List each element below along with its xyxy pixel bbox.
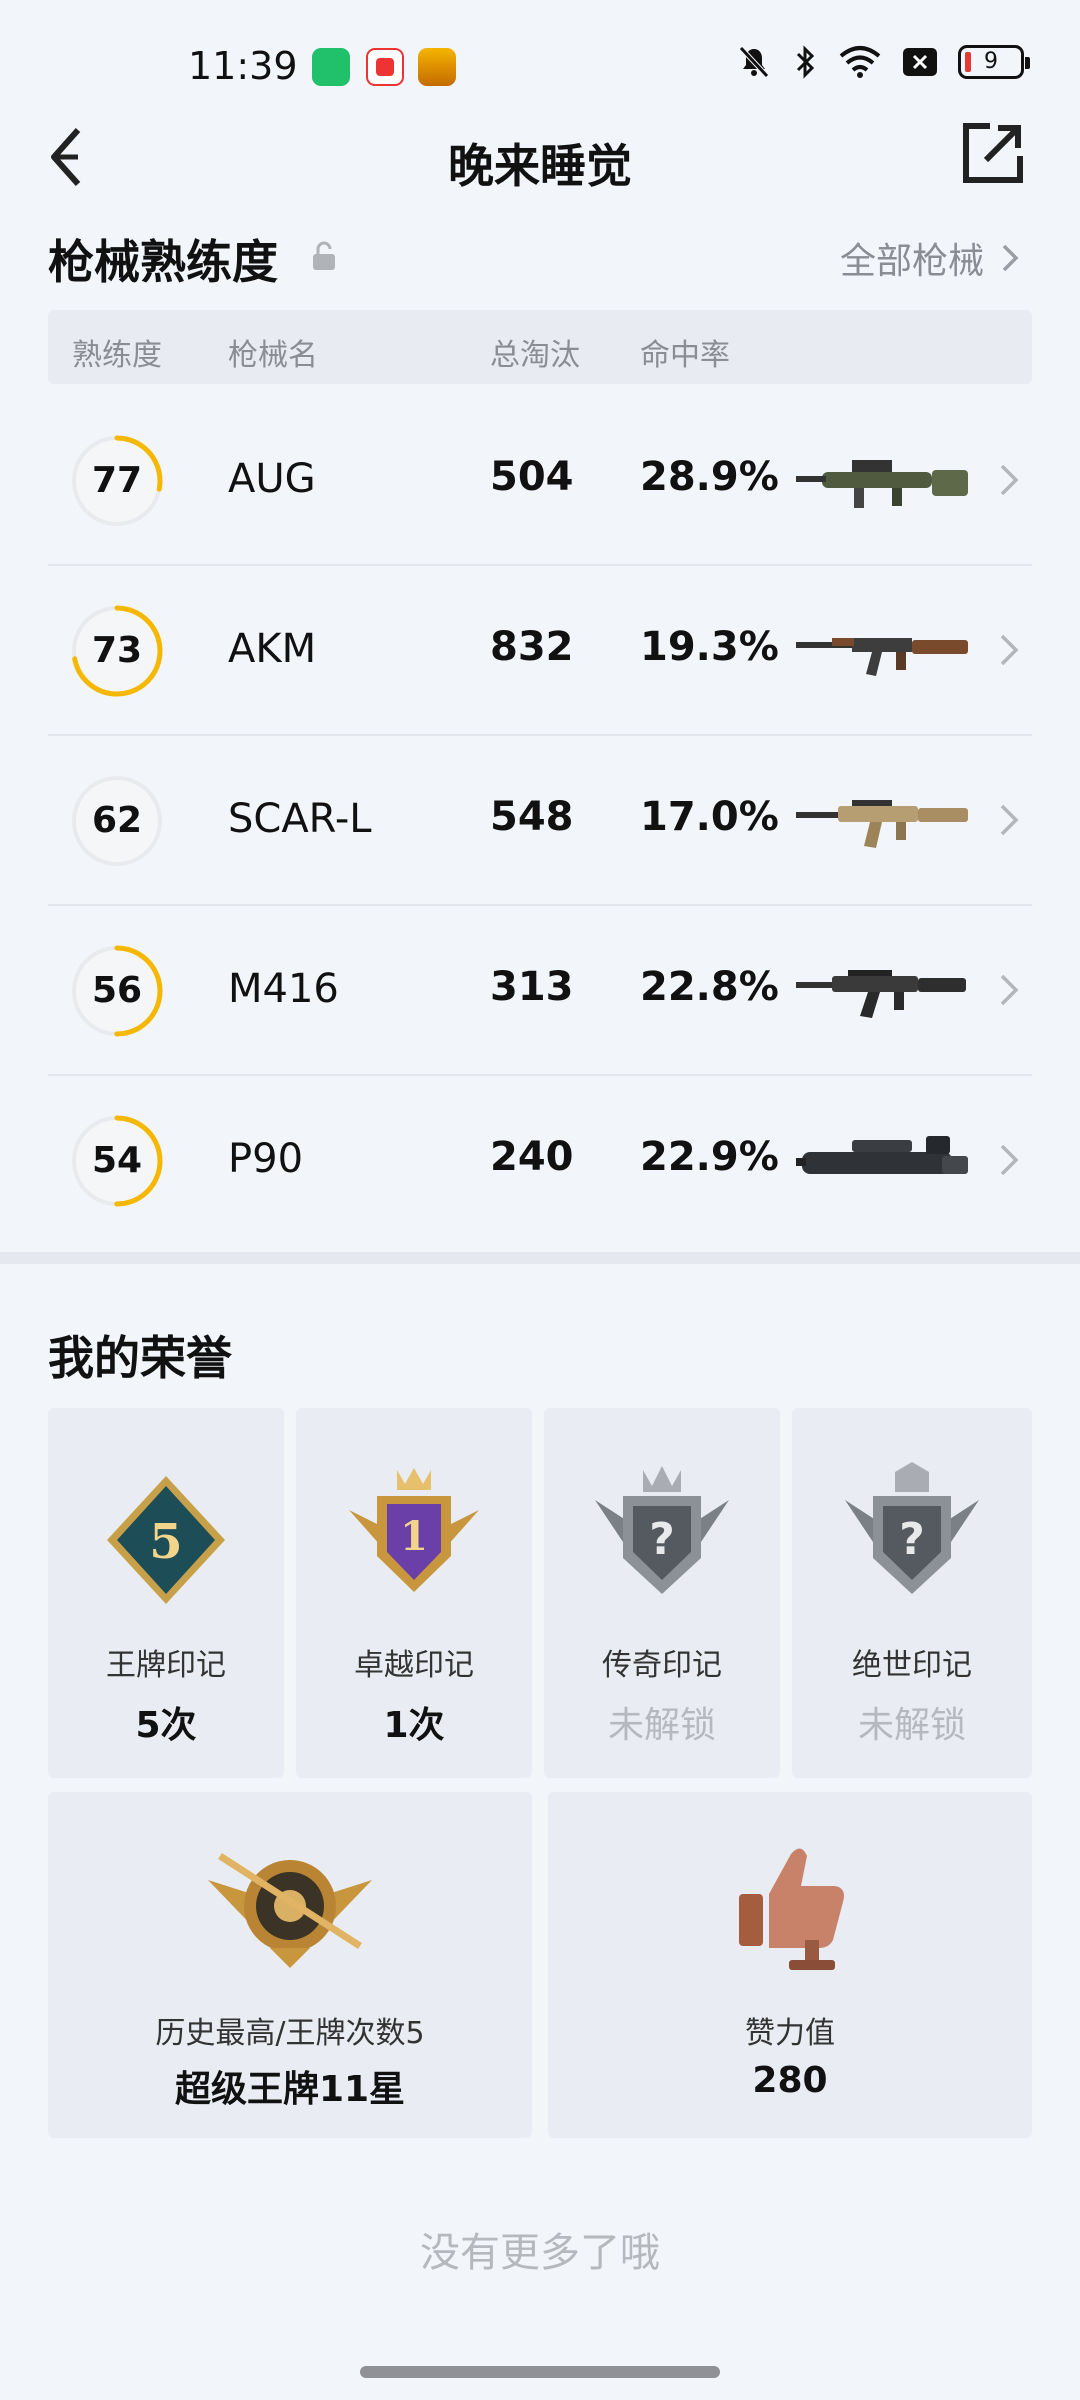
weapon-hit-rate: 22.8% (640, 964, 779, 1010)
proficiency-ring: 54 (68, 1112, 166, 1210)
mark-value: 未解锁 (857, 1705, 966, 1746)
likes-label: 赞力值 (745, 2016, 835, 2051)
weapons-section-title: 枪械熟练度 (48, 235, 278, 289)
proficiency-value: 73 (91, 630, 143, 671)
weapon-kills: 504 (490, 454, 574, 500)
proficiency-value: 56 (91, 970, 143, 1011)
header-proficiency: 熟练度 (72, 338, 162, 373)
proficiency-value: 62 (91, 800, 143, 841)
legend-mark-card[interactable]: ? 传奇印记 未解锁 (544, 1408, 780, 1778)
aug-rifle-icon (796, 460, 968, 508)
mark-label: 绝世印记 (852, 1648, 972, 1683)
weapon-name: M416 (228, 966, 339, 1012)
nav-bar: 晚来睡觉 (0, 120, 1080, 240)
header-hit-rate: 命中率 (640, 338, 730, 373)
weapon-kills: 240 (490, 1134, 574, 1180)
header-kills: 总淘汰 (490, 338, 580, 373)
unlock-icon[interactable] (310, 240, 338, 272)
weapon-kills: 832 (490, 624, 574, 670)
weapon-hit-rate: 19.3% (640, 624, 779, 670)
mark-value: 5次 (135, 1705, 197, 1746)
peerless-mark-card[interactable]: ? 绝世印记 未解锁 (792, 1408, 1032, 1778)
chevron-right-icon (1000, 804, 1019, 836)
section-divider (0, 1252, 1080, 1264)
highest-tier-label: 历史最高/王牌次数5 (155, 2016, 425, 2051)
peerless-mark-locked-icon: ? (845, 1462, 979, 1594)
proficiency-value: 77 (91, 460, 143, 501)
battery-level: 9 (984, 49, 998, 74)
chevron-right-icon (1000, 1144, 1019, 1176)
highest-tier-card[interactable]: 历史最高/王牌次数5 超级王牌11星 (48, 1792, 532, 2138)
ace-mark-badge-icon: 5 (107, 1476, 225, 1604)
weapon-row[interactable]: 73 AKM 832 19.3% (48, 566, 1032, 736)
weapon-kills: 548 (490, 794, 574, 840)
weapon-row[interactable]: 56 M416 313 22.8% (48, 906, 1032, 1076)
all-weapons-link[interactable]: 全部枪械 (840, 232, 1020, 284)
chevron-right-icon (1002, 244, 1019, 272)
weapon-hit-rate: 22.9% (640, 1134, 779, 1180)
chevron-right-icon (1000, 634, 1019, 666)
proficiency-ring: 73 (68, 602, 166, 700)
mark-label: 王牌印记 (106, 1648, 226, 1683)
weapon-name: AUG (228, 456, 316, 502)
likes-card[interactable]: 赞力值 280 (548, 1792, 1032, 2138)
highest-tier-value: 超级王牌11星 (174, 2069, 406, 2110)
weapon-row[interactable]: 54 P90 240 22.9% (48, 1076, 1032, 1246)
chevron-right-icon (1000, 974, 1019, 1006)
mark-value: 1次 (383, 1705, 445, 1746)
share-icon[interactable] (960, 120, 1026, 186)
weapon-row[interactable]: 77 AUG 504 28.9% (48, 396, 1032, 566)
svg-text:?: ? (899, 1514, 925, 1565)
super-ace-tier-badge-icon (208, 1853, 372, 1968)
battery-saver-app-icon (312, 48, 350, 86)
weapon-hit-rate: 28.9% (640, 454, 779, 500)
svg-text:?: ? (649, 1514, 675, 1565)
weapon-kills: 313 (490, 964, 574, 1010)
p90-smg-icon (796, 1136, 968, 1174)
scar-l-rifle-icon (796, 800, 968, 848)
m416-rifle-icon (796, 970, 966, 1018)
legend-mark-locked-icon: ? (595, 1466, 729, 1594)
honors-section-title: 我的荣誉 (48, 1331, 232, 1385)
weapon-name: P90 (228, 1136, 304, 1182)
akm-rifle-icon (796, 638, 968, 676)
excellence-mark-card[interactable]: 1 卓越印记 1次 (296, 1408, 532, 1778)
svg-text:1: 1 (400, 1513, 428, 1560)
header-weapon-name: 枪械名 (228, 338, 318, 373)
mark-value: 未解锁 (607, 1705, 716, 1746)
proficiency-ring: 77 (68, 432, 166, 530)
proficiency-value: 54 (91, 1140, 143, 1181)
excellence-mark-badge-icon: 1 (349, 1468, 479, 1592)
thumbs-up-trophy-icon (739, 1848, 844, 1970)
mark-label: 传奇印记 (602, 1648, 722, 1683)
weapon-row[interactable]: 62 SCAR-L 548 17.0% (48, 736, 1032, 906)
home-indicator[interactable] (360, 2366, 720, 2378)
status-time: 11:39 (188, 44, 298, 88)
proficiency-ring: 56 (68, 942, 166, 1040)
chevron-right-icon (1000, 464, 1019, 496)
status-bar: 11:39 9 (0, 0, 1080, 120)
game-app-icon (418, 48, 456, 86)
page-title: 晚来睡觉 (448, 139, 632, 193)
weapons-table-header: 熟练度 枪械名 总淘汰 命中率 (48, 310, 1032, 384)
mute-bell-icon (739, 46, 769, 78)
svg-text:5: 5 (149, 1514, 182, 1570)
news-app-icon (366, 48, 404, 86)
weapon-honor-page: 11:39 9 晚来睡觉 枪械熟练度 全部枪械 熟练度 枪械名 总淘汰 命中率 … (0, 0, 1080, 2400)
wifi-icon (839, 46, 881, 78)
bluetooth-icon (796, 45, 815, 79)
no-more-content-note: 没有更多了哦 (420, 2230, 660, 2276)
status-icons: 9 (736, 44, 1030, 80)
mark-label: 卓越印记 (354, 1648, 474, 1683)
weapon-name: AKM (228, 626, 317, 672)
no-sim-icon (903, 48, 937, 76)
battery-icon: 9 (958, 45, 1030, 79)
all-weapons-label: 全部枪械 (839, 241, 984, 282)
weapon-hit-rate: 17.0% (640, 794, 779, 840)
weapon-name: SCAR-L (228, 796, 372, 842)
likes-value: 280 (752, 2060, 828, 2101)
ace-mark-card[interactable]: 5 王牌印记 5次 (48, 1408, 284, 1778)
proficiency-ring: 62 (68, 772, 166, 870)
